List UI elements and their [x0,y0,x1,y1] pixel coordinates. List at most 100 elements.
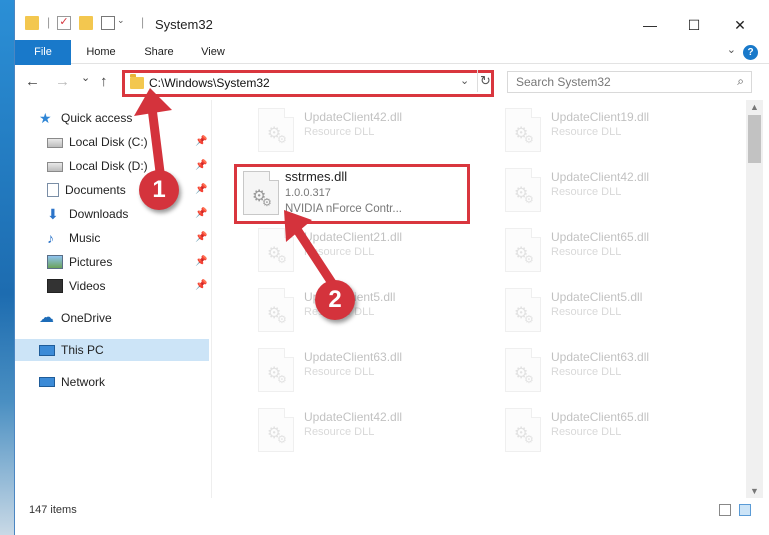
expand-ribbon-icon[interactable]: ⌄ [727,43,736,56]
file-item[interactable]: ⚙ ⚙ UpdateClient65.dll Resource DLL [479,224,709,282]
file-name: UpdateClient65.dll [551,410,650,424]
file-version: 1.0.0.317 [285,187,331,199]
sidebar-item-label: Quick access [61,111,133,125]
new-folder-icon[interactable] [79,16,93,30]
file-name: UpdateClient63.dll [551,350,650,364]
step-1-badge: 1 [139,170,179,210]
details-view-icon[interactable] [719,504,731,516]
sidebar-item-label: This PC [61,343,104,357]
file-type: Resource DLL [551,426,622,438]
file-type: Resource DLL [551,246,622,258]
dll-file-icon: ⚙ ⚙ [505,168,541,212]
file-item[interactable]: ⚙ ⚙ UpdateClient19.dll Resource DLL [479,104,709,162]
disk-icon [47,162,63,172]
back-icon[interactable]: ← [25,73,40,90]
sidebar-item-label: Music [69,231,101,245]
file-type: Resource DLL [551,366,622,378]
file-name: UpdateClient65.dll [551,230,650,244]
sidebar-item-label: Downloads [69,207,129,221]
file-item[interactable]: ⚙ ⚙ UpdateClient42.dll Resource DLL [232,404,462,462]
sidebar-item-pictures[interactable]: Pictures [47,251,112,273]
ribbon-tabs: File Home Share View ⌄ ? [15,40,769,98]
sidebar-item-documents[interactable]: Documents [47,179,126,201]
videos-icon [47,279,63,293]
file-name: UpdateClient63.dll [304,350,403,364]
file-type: Resource DLL [551,126,622,138]
sidebar-item-label: Network [61,375,106,389]
downloads-icon: ⬇ [47,206,59,222]
file-item[interactable]: ⚙ ⚙ UpdateClient63.dll Resource DLL [479,344,709,402]
sidebar-item-downloads[interactable]: ⬇ Downloads [47,203,128,225]
file-name: sstrmes.dll [285,169,348,184]
disk-icon [47,138,63,148]
minimize-button[interactable]: — [627,10,673,40]
pictures-icon [47,255,63,269]
window-title: System32 [155,17,213,32]
file-name: UpdateClient42.dll [304,110,403,124]
address-dropdown-icon[interactable]: ⌄ [460,74,469,87]
pin-icon[interactable]: 📌 [195,280,207,291]
pin-icon[interactable]: 📌 [195,160,207,171]
scroll-down-icon[interactable]: ▼ [750,486,759,496]
customize-quick-access-icon[interactable]: ⌄ [117,15,131,29]
sidebar-item-onedrive[interactable]: ☁ OneDrive [39,307,112,329]
forward-icon[interactable]: → [55,73,70,90]
scrollbar-thumb[interactable] [748,115,761,163]
up-icon[interactable]: ↑ [100,73,108,90]
vertical-scrollbar[interactable]: ▲ ▼ [746,100,763,498]
file-item[interactable]: ⚙ ⚙ UpdateClient42.dll Resource DLL [479,164,709,222]
sidebar-item-label: Videos [69,279,106,293]
close-button[interactable]: ✕ [717,10,763,40]
sidebar-item-music[interactable]: ♪ Music [47,227,100,249]
pin-icon[interactable]: 📌 [195,136,207,147]
sidebar-item-label: Documents [65,183,126,197]
sidebar-item-videos[interactable]: Videos [47,275,105,297]
dll-file-icon: ⚙ ⚙ [505,288,541,332]
pin-icon[interactable]: 📌 [195,208,207,219]
sidebar-item-quick-access[interactable]: ★ Quick access [39,107,132,129]
network-icon [39,377,55,387]
separator-icon: | [141,15,145,29]
pin-icon[interactable]: 📌 [195,256,207,267]
this-pc-icon [39,344,55,356]
help-icon[interactable]: ? [743,45,758,60]
status-bar: 147 items [15,498,769,524]
dll-file-icon: ⚙ ⚙ [505,108,541,152]
file-list: ⚙ ⚙ UpdateClient42.dll Resource DLL ⚙ ⚙ Up… [212,100,746,498]
tab-view[interactable]: View [191,40,235,64]
dll-file-icon: ⚙ ⚙ [258,408,294,452]
dll-file-icon: ⚙ ⚙ [505,348,541,392]
maximize-button[interactable]: ☐ [671,10,717,40]
onedrive-icon: ☁ [39,309,54,326]
music-icon: ♪ [47,230,54,246]
recent-locations-icon[interactable]: ⌄ [81,71,90,84]
file-explorer-window: | ✓ ⌄ | System32 — ☐ ✕ File Home Share V… [14,0,769,535]
file-name: UpdateClient19.dll [551,110,650,124]
file-item[interactable]: ⚙⚙ UpdateClient5.dll Resource DLL [479,284,709,342]
pin-icon[interactable]: 📌 [195,184,207,195]
file-name: UpdateClient5.dll [551,290,643,304]
dll-file-icon: ⚙ ⚙ [258,108,294,152]
file-type: Resource DLL [551,306,622,318]
item-count: 147 items [29,504,77,516]
sidebar-item-this-pc[interactable]: This PC [15,339,209,361]
file-item[interactable]: ⚙ ⚙ UpdateClient63.dll Resource DLL [232,344,462,402]
sidebar-item-label: OneDrive [61,311,112,325]
dll-file-icon: ⚙ ⚙ [258,348,294,392]
sidebar-item-label: Pictures [69,255,113,269]
file-item[interactable]: ⚙ ⚙ UpdateClient65.dll Resource DLL [479,404,709,462]
tab-home[interactable]: Home [77,40,125,64]
properties-icon[interactable]: ✓ [57,16,71,30]
file-item[interactable]: ⚙ ⚙ UpdateClient42.dll Resource DLL [232,104,462,162]
pin-icon[interactable]: 📌 [195,232,207,243]
search-icon[interactable]: ⌕ [737,74,744,89]
view-icon[interactable] [101,16,115,30]
sidebar-item-network[interactable]: Network [39,371,105,393]
dll-file-icon: ⚙ ⚙ [505,228,541,272]
search-input[interactable]: Search System32 ⌕ [507,71,752,93]
large-icons-view-icon[interactable] [739,504,751,516]
scroll-up-icon[interactable]: ▲ [750,102,759,112]
refresh-icon[interactable]: ↻ [477,70,491,92]
file-name: UpdateClient42.dll [304,410,403,424]
tab-share[interactable]: Share [135,40,183,64]
